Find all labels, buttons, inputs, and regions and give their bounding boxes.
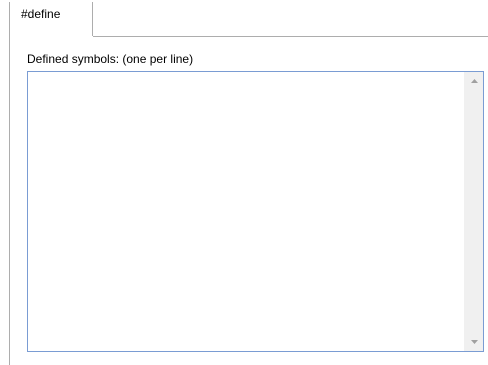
tab-page-border [9,36,10,365]
chevron-down-icon [470,340,478,344]
chevron-up-icon [470,79,478,83]
tab-strip-divider [93,36,488,37]
scroll-up-button[interactable] [465,72,483,90]
vertical-scrollbar[interactable] [464,72,483,351]
defined-symbols-text[interactable] [28,72,464,351]
tab-define-label: #define [21,7,61,21]
defined-symbols-label: Defined symbols: (one per line) [27,52,194,66]
scroll-down-button[interactable] [465,333,483,351]
defined-symbols-textarea[interactable] [27,71,484,352]
tab-define[interactable]: #define [9,2,93,36]
